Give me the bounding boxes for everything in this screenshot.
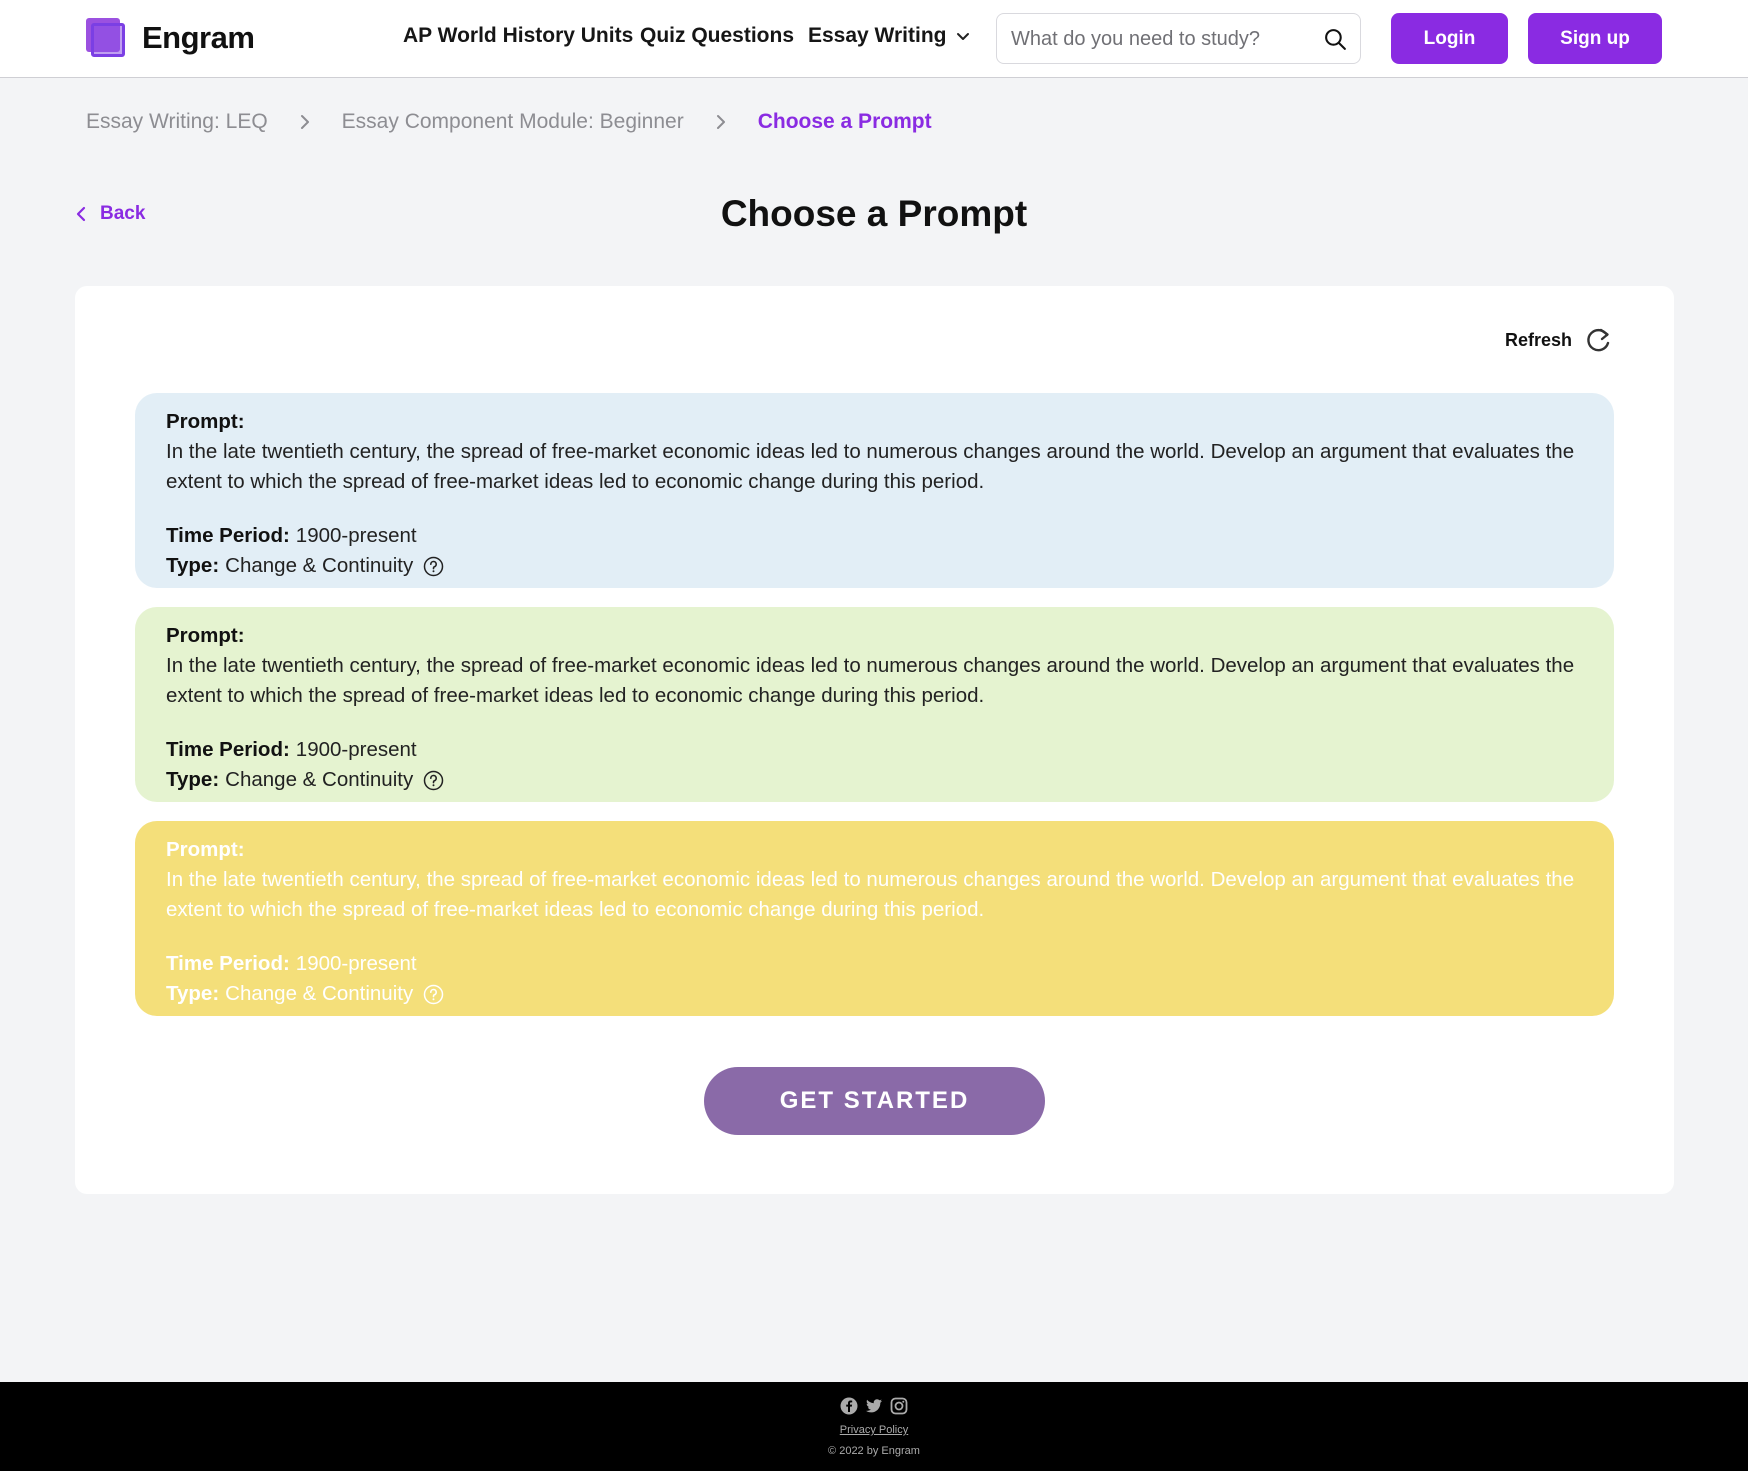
time-period-row: Time Period: 1900-present xyxy=(166,735,1583,765)
signup-button[interactable]: Sign up xyxy=(1528,13,1662,64)
time-period-label: Time Period: xyxy=(166,952,290,975)
instagram-icon[interactable] xyxy=(890,1397,908,1415)
prompt-text: In the late twentieth century, the sprea… xyxy=(166,654,1575,707)
prompt-option[interactable]: Prompt: In the late twentieth century, t… xyxy=(135,393,1614,588)
question-mark-icon[interactable] xyxy=(423,984,444,1005)
time-period-row: Time Period: 1900-present xyxy=(166,949,1583,979)
type-row: Type: Change & Continuity xyxy=(166,551,1583,581)
type-label: Type: xyxy=(166,768,220,791)
logo[interactable]: Engram xyxy=(86,18,255,58)
get-started-button[interactable]: GET STARTED xyxy=(704,1067,1045,1135)
prompt-card: Refresh Prompt: In the late twentieth ce… xyxy=(75,286,1674,1194)
time-period-value: 1900-present xyxy=(295,524,417,547)
nav-link-quiz-label: Quiz Questions xyxy=(640,24,795,47)
nav-dropdown-essay[interactable]: Essay Writing xyxy=(808,24,971,48)
refresh-icon xyxy=(1587,328,1610,352)
type-row: Type: Change & Continuity xyxy=(166,979,1583,1009)
nav-link-units[interactable]: AP World History Units xyxy=(403,24,633,48)
type-row: Type: Change & Continuity xyxy=(166,765,1583,795)
prompt-heading: Prompt: xyxy=(166,838,245,861)
nav-link-quiz[interactable]: Quiz Questions xyxy=(640,24,794,48)
prompt-option-selected[interactable]: Prompt: In the late twentieth century, t… xyxy=(135,821,1614,1016)
chevron-right-icon xyxy=(300,115,309,129)
type-value: Change & Continuity xyxy=(225,982,414,1005)
prompt-heading: Prompt: xyxy=(166,624,245,647)
prompt-option[interactable]: Prompt: In the late twentieth century, t… xyxy=(135,607,1614,802)
search-input[interactable] xyxy=(1011,24,1301,54)
copyright-text: © 2022 by Engram xyxy=(828,1445,920,1457)
engram-logo-icon xyxy=(86,18,126,58)
breadcrumb-item-module[interactable]: Essay Component Module: Beginner xyxy=(342,110,684,134)
type-value: Change & Continuity xyxy=(225,768,414,791)
time-period-value: 1900-present xyxy=(295,738,417,761)
page: Engram AP World History Units Quiz Quest… xyxy=(0,0,1748,1471)
time-period-row: Time Period: 1900-present xyxy=(166,521,1583,551)
chevron-right-icon xyxy=(716,115,725,129)
page-title: Choose a Prompt xyxy=(720,193,1028,234)
time-period-label: Time Period: xyxy=(166,524,290,547)
question-mark-icon[interactable] xyxy=(423,556,444,577)
search-icon[interactable] xyxy=(1323,27,1348,52)
time-period-value: 1900-present xyxy=(295,952,417,975)
breadcrumb-item-leq[interactable]: Essay Writing: LEQ xyxy=(86,110,268,134)
breadcrumb: Essay Writing: LEQ Essay Component Modul… xyxy=(86,110,932,134)
social-links xyxy=(0,1397,1748,1415)
twitter-icon[interactable] xyxy=(865,1397,883,1415)
type-label: Type: xyxy=(166,554,220,577)
footer: Privacy Policy © 2022 by Engram xyxy=(0,1382,1748,1471)
nav-link-units-label: AP World History Units xyxy=(403,24,634,47)
top-navbar: Engram AP World History Units Quiz Quest… xyxy=(0,0,1748,78)
time-period-label: Time Period: xyxy=(166,738,290,761)
facebook-icon[interactable] xyxy=(840,1397,858,1415)
breadcrumb-item-current: Choose a Prompt xyxy=(757,110,932,133)
nav-dropdown-essay-label: Essay Writing xyxy=(808,24,947,47)
type-value: Change & Continuity xyxy=(225,554,414,577)
prompt-heading: Prompt: xyxy=(166,410,245,433)
login-button[interactable]: Login xyxy=(1391,13,1508,64)
prompt-text: In the late twentieth century, the sprea… xyxy=(166,440,1575,493)
refresh-label: Refresh xyxy=(1504,329,1572,350)
privacy-policy-link[interactable]: Privacy Policy xyxy=(0,1424,1748,1436)
brand-name: Engram xyxy=(142,20,255,55)
question-mark-icon[interactable] xyxy=(423,770,444,791)
prompt-text: In the late twentieth century, the sprea… xyxy=(166,868,1575,921)
search-box xyxy=(996,13,1361,64)
refresh-button[interactable]: Refresh xyxy=(1505,326,1612,354)
chevron-down-icon xyxy=(956,33,969,40)
type-label: Type: xyxy=(166,982,220,1005)
